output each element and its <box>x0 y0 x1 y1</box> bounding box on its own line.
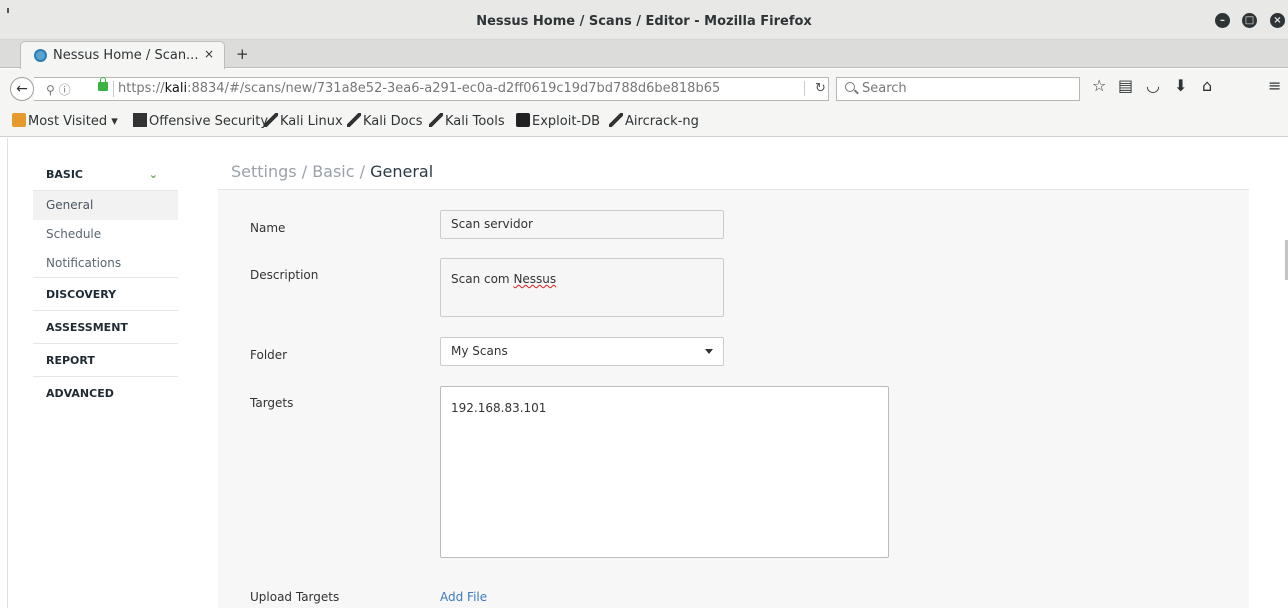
folder-label: Folder <box>250 348 288 362</box>
folder-icon <box>12 113 26 127</box>
search-input[interactable]: Search <box>836 77 1080 101</box>
sidebar-item-notifications[interactable]: Notifications <box>33 249 178 278</box>
bookmark-label: Kali Docs <box>363 114 423 129</box>
offsec-icon <box>133 113 147 127</box>
home-icon[interactable]: ⌂ <box>1202 76 1212 95</box>
aircrack-icon <box>609 113 623 127</box>
back-button[interactable]: ← <box>10 77 34 101</box>
search-placeholder: Search <box>862 81 907 96</box>
add-file-link[interactable]: Add File <box>440 590 487 604</box>
lock-icon <box>98 77 108 91</box>
url-host: kali <box>164 81 188 96</box>
breadcrumb: Settings / Basic / General <box>231 162 433 181</box>
bookmark-label: Exploit-DB <box>532 114 601 129</box>
settings-sidebar: BASIC ⌄ General Schedule Notifications D… <box>33 138 178 410</box>
minimize-window-button[interactable]: – <box>1215 13 1230 28</box>
sidebar-item-schedule[interactable]: Schedule <box>33 220 178 249</box>
menu-icon[interactable]: ≡ <box>1268 76 1281 95</box>
bookmark-label: Kali Tools <box>445 114 505 129</box>
page-border <box>7 138 8 608</box>
sidebar-section-label: BASIC <box>46 168 83 181</box>
folder-selected-value: My Scans <box>451 344 508 358</box>
bookmark-aircrack-ng[interactable]: Aircrack-ng <box>609 113 699 129</box>
sidebar-section-advanced[interactable]: ADVANCED <box>33 377 178 410</box>
sidebar-section-report[interactable]: REPORT <box>33 344 178 377</box>
targets-label: Targets <box>250 396 294 410</box>
bookmark-label: Kali Linux <box>280 114 343 129</box>
bookmark-kali-linux[interactable]: Kali Linux <box>264 113 343 129</box>
tab-label: Nessus Home / Scan... <box>53 48 199 63</box>
bookmark-kali-tools[interactable]: Kali Tools <box>429 113 505 129</box>
page-content: BASIC ⌄ General Schedule Notifications D… <box>0 138 1288 608</box>
targets-field[interactable]: 192.168.83.101 <box>440 386 889 558</box>
kali-icon <box>264 113 278 127</box>
bookmark-exploit-db[interactable]: Exploit-DB <box>516 113 600 129</box>
name-label: Name <box>250 221 286 235</box>
sidebar-section-assessment[interactable]: ASSESSMENT <box>33 311 178 344</box>
window-corner-mark <box>7 8 9 13</box>
bookmark-label: Aircrack-ng <box>625 114 699 129</box>
kali-icon <box>347 113 361 127</box>
tab-nessus[interactable]: Nessus Home / Scan... × <box>20 41 225 69</box>
bookmark-kali-docs[interactable]: Kali Docs <box>347 113 423 129</box>
url-bar[interactable]: ⚲ ⓘ https://kali:8834/#/scans/new/731a8e… <box>34 77 829 101</box>
identity-info-icon[interactable]: ⚲ ⓘ <box>46 81 71 98</box>
url-rest: :8834/#/scans/new/731a8e52-3ea6-a291-ec0… <box>187 81 721 96</box>
kali-icon <box>429 113 443 127</box>
bookmarks-bar: Most Visited ▾ Offensive Security Kali L… <box>0 107 1288 137</box>
description-text: Scan com <box>451 272 514 286</box>
chevron-down-icon: ⌄ <box>148 168 158 181</box>
breadcrumb-current: General <box>370 162 434 181</box>
bookmark-offensive-security[interactable]: Offensive Security <box>133 113 268 129</box>
description-label: Description <box>250 268 319 282</box>
dropdown-caret-icon <box>705 349 713 354</box>
url-prefix: https:// <box>118 81 165 96</box>
reading-list-icon[interactable]: ▤ <box>1118 76 1133 95</box>
reload-icon[interactable]: ↻ <box>804 81 826 96</box>
upload-targets-label: Upload Targets <box>250 590 340 604</box>
sidebar-item-general[interactable]: General <box>33 191 178 220</box>
nessus-favicon-icon <box>34 49 47 62</box>
bookmark-label: Most Visited ▾ <box>28 114 118 129</box>
search-icon <box>845 82 855 92</box>
tab-strip: Nessus Home / Scan... × + <box>0 40 1288 69</box>
general-settings-form: Name Scan servidor Description Scan com … <box>218 190 1249 608</box>
sidebar-section-basic[interactable]: BASIC ⌄ <box>33 158 178 191</box>
sidebar-section-discovery[interactable]: DISCOVERY <box>33 278 178 311</box>
bookmark-label: Offensive Security <box>149 114 269 129</box>
exploitdb-icon <box>516 113 530 127</box>
description-field[interactable]: Scan com Nessus <box>440 258 724 317</box>
description-misspelled-word: Nessus <box>513 272 557 286</box>
tab-close-icon[interactable]: × <box>204 47 214 61</box>
breadcrumb-prefix: Settings / Basic / <box>231 162 371 181</box>
url-separator <box>113 81 114 97</box>
window-title: Nessus Home / Scans / Editor - Mozilla F… <box>476 14 812 29</box>
name-field[interactable]: Scan servidor <box>440 210 724 239</box>
close-window-button[interactable]: × <box>1270 13 1285 28</box>
new-tab-button[interactable]: + <box>236 45 249 63</box>
maximize-window-button[interactable]: □ <box>1242 13 1257 28</box>
url-text[interactable]: https://kali:8834/#/scans/new/731a8e52-3… <box>118 81 720 96</box>
bookmark-most-visited[interactable]: Most Visited ▾ <box>12 113 118 129</box>
window-titlebar: Nessus Home / Scans / Editor - Mozilla F… <box>0 0 1288 40</box>
pocket-icon[interactable]: ◡ <box>1146 76 1160 95</box>
download-icon[interactable]: ⬇ <box>1174 76 1187 95</box>
bookmark-star-icon[interactable]: ☆ <box>1092 76 1106 95</box>
folder-select[interactable]: My Scans <box>440 337 724 366</box>
